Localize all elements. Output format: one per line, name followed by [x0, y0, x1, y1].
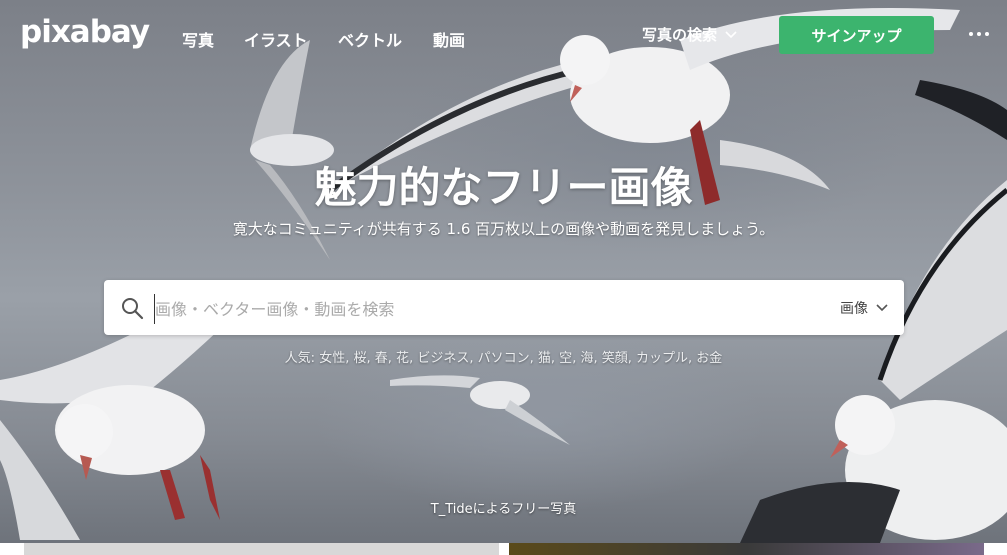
tag-link[interactable]: お金 — [696, 351, 722, 366]
hero-banner: pixabay 写真 イラスト ベクトル 動画 写真の検索 サインアップ 魅力的… — [0, 0, 1007, 543]
nav-link-videos[interactable]: 動画 — [433, 27, 465, 51]
search-type-dropdown[interactable]: 写真の検索 — [642, 24, 737, 45]
signup-button[interactable]: サインアップ — [779, 16, 934, 54]
tag-link[interactable]: ビジネス — [417, 351, 469, 366]
media-type-dropdown[interactable]: 画像 — [840, 298, 888, 318]
search-bar: 画像 — [104, 280, 904, 335]
more-menu-button[interactable] — [966, 22, 992, 46]
thumbnail-preview[interactable] — [509, 543, 984, 555]
background-photo-gulls — [0, 8, 1007, 543]
tag-link[interactable]: 桜 — [353, 351, 366, 366]
tag-link[interactable]: 猫 — [538, 351, 551, 366]
tag-link[interactable]: 花 — [396, 351, 409, 366]
tag-link[interactable]: 空 — [559, 351, 572, 366]
photo-credit[interactable]: T_Tideによるフリー写真 — [0, 498, 1007, 517]
nav-link-vectors[interactable]: ベクトル — [338, 27, 402, 51]
tag-link[interactable]: 海 — [580, 351, 593, 366]
search-icon[interactable] — [120, 296, 144, 320]
popular-tags: 人気: 女性, 桜, 春, 花, ビジネス, パソコン, 猫, 空, 海, 笑顔… — [284, 351, 723, 366]
nav-link-photos[interactable]: 写真 — [182, 27, 214, 51]
media-type-label: 画像 — [840, 301, 868, 317]
more-icon — [969, 32, 973, 36]
chevron-down-icon — [725, 30, 737, 38]
tag-link[interactable]: カップル — [636, 351, 688, 366]
nav-link-illustrations[interactable]: イラスト — [244, 27, 308, 51]
tag-link[interactable]: 女性 — [319, 351, 345, 366]
tag-link[interactable]: パソコン — [478, 351, 530, 366]
search-type-label: 写真の検索 — [642, 26, 718, 44]
top-nav: pixabay 写真 イラスト ベクトル 動画 写真の検索 サインアップ — [0, 0, 1007, 72]
page-title: 魅力的なフリー画像 — [314, 163, 693, 212]
hero-subtitle: 寛大なコミュニティが共有する 1.6 百万枚以上の画像や動画を発見しましょう。 — [232, 220, 775, 238]
search-input[interactable] — [154, 294, 797, 324]
tag-link[interactable]: 笑顔 — [602, 351, 628, 366]
popular-label: 人気: — [284, 351, 316, 366]
pixabay-logo[interactable]: pixabay — [20, 14, 150, 50]
tag-link[interactable]: 春 — [375, 351, 388, 366]
thumbnail-preview[interactable] — [24, 543, 499, 555]
chevron-down-icon — [876, 304, 888, 312]
